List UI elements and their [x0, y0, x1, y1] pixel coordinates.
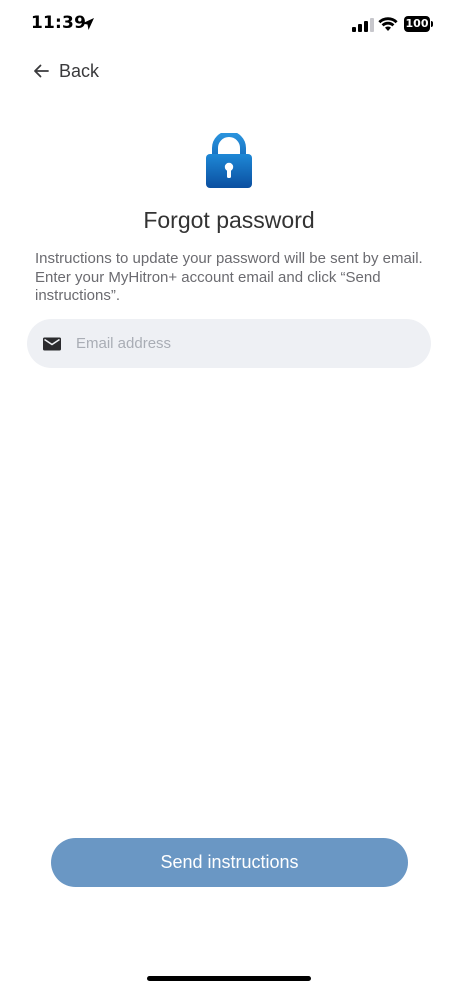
- arrow-left-icon: [34, 64, 49, 78]
- back-button[interactable]: Back: [33, 58, 99, 84]
- status-time: 11:39: [31, 13, 87, 33]
- email-field[interactable]: [27, 319, 431, 368]
- back-label: Back: [59, 60, 100, 81]
- battery-tip: [431, 21, 433, 27]
- cellular-signal-icon: [352, 18, 374, 32]
- home-indicator[interactable]: [147, 976, 311, 981]
- battery-level: 100: [404, 16, 430, 32]
- instructions-text: Instructions to update your password wil…: [35, 250, 423, 304]
- status-bar: 11:39 100: [0, 0, 458, 50]
- battery-icon: 100: [404, 16, 434, 32]
- wifi-icon: [378, 17, 398, 31]
- email-input[interactable]: [76, 335, 396, 352]
- mail-icon: [43, 337, 61, 350]
- page-title: Forgot password: [143, 207, 315, 233]
- lock-icon: [206, 133, 252, 188]
- location-arrow-icon: [82, 18, 94, 30]
- send-instructions-button[interactable]: Send instructions: [51, 838, 408, 887]
